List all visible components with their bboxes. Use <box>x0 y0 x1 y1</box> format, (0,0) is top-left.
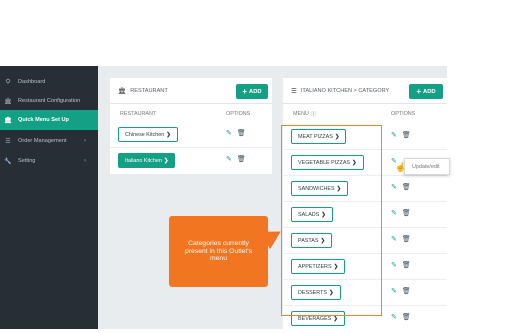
plus-icon: + <box>416 86 422 96</box>
row-options: ✎ 🗑 <box>391 287 411 295</box>
dashboard-icon: ⛭ <box>5 78 11 85</box>
chevron-right-icon: ❯ <box>163 157 169 164</box>
sidebar: ⛭ Dashboard 🏛 Restaurant Configuration 🏛… <box>0 66 98 329</box>
bank-icon: 🏛 <box>4 117 12 124</box>
trash-icon[interactable]: 🗑 <box>402 261 411 269</box>
add-button-label: ADD <box>423 88 436 95</box>
sidebar-item-restaurant-configuration[interactable]: 🏛 Restaurant Configuration <box>0 91 98 111</box>
edit-tooltip: Update/edit <box>404 158 450 175</box>
restaurant-button-chinese-kitchen[interactable]: Chinese Kitchen ❯ <box>118 127 178 142</box>
restaurant-panel-header: 🏛 RESTAURANT + ADD <box>110 78 272 104</box>
trash-icon[interactable]: 🗑 <box>237 155 246 163</box>
category-panel-header: ☰ ITALIANO KITCHEN > CATEGORY + ADD <box>283 78 447 104</box>
row-options: ✎ 🗑 <box>391 261 411 269</box>
restaurant-name: Chinese Kitchen <box>125 131 165 138</box>
restaurant-button-italiano-kitchen[interactable]: Italiano Kitchen ❯ <box>118 153 176 168</box>
trash-icon[interactable]: 🗑 <box>402 183 411 191</box>
sidebar-item-label: Order Management <box>18 138 67 144</box>
trash-icon[interactable]: 🗑 <box>402 313 411 321</box>
category-name: BEVERAGES <box>298 315 332 322</box>
sidebar-item-dashboard[interactable]: ⛭ Dashboard <box>0 72 98 92</box>
sidebar-item-order-management[interactable]: ☰ Order Management › <box>0 131 98 151</box>
wrench-icon: 🔧 <box>4 158 12 165</box>
edit-icon[interactable]: ✎ <box>391 287 397 295</box>
restaurant-name: Italiano Kitchen <box>125 157 162 164</box>
column-header-options: OPTIONS <box>391 111 416 117</box>
sidebar-item-label: Quick Menu Set Up <box>18 117 69 123</box>
sidebar-item-setting[interactable]: 🔧 Setting › <box>0 151 98 171</box>
column-header-restaurant: RESTAURANT <box>120 111 157 117</box>
sidebar-item-label: Dashboard <box>18 79 46 85</box>
row-options: ✎ 🗑 <box>391 235 411 243</box>
chevron-right-icon: › <box>84 158 86 164</box>
trash-icon[interactable]: 🗑 <box>402 287 411 295</box>
edit-icon[interactable]: ✎ <box>391 261 397 269</box>
edit-icon[interactable]: ✎ <box>391 131 397 139</box>
panel-title: ITALIANO KITCHEN > CATEGORY <box>300 87 390 94</box>
annotation-callout: Categories currently present in this Out… <box>169 216 268 287</box>
row-options: ✎ 🗑 <box>391 209 411 217</box>
edit-icon[interactable]: ✎ <box>391 209 397 217</box>
sidebar-item-quick-menu-setup[interactable]: 🏛 Quick Menu Set Up <box>0 110 98 130</box>
restaurant-panel: 🏛 RESTAURANT + ADD RESTAURANT OPTIONS Ch… <box>110 78 272 174</box>
column-header-options: OPTIONS <box>226 111 251 117</box>
edit-icon[interactable]: ✎ <box>226 129 232 137</box>
trash-icon[interactable]: 🗑 <box>402 209 411 217</box>
list-icon: ☰ <box>291 87 297 95</box>
hand-cursor-icon: ☝ <box>395 162 407 172</box>
table-row: Chinese Kitchen ❯ ✎ 🗑 <box>110 122 272 148</box>
add-restaurant-button[interactable]: + ADD <box>236 84 268 99</box>
chevron-right-icon: ❯ <box>333 315 338 322</box>
table-row: Italiano Kitchen ❯ ✎ 🗑 <box>110 148 272 174</box>
row-options: ✎ 🗑 <box>226 129 246 137</box>
edit-icon[interactable]: ✎ <box>391 235 397 243</box>
menu-highlight-box <box>281 125 382 316</box>
row-options: ✎ 🗑 <box>391 313 411 321</box>
sidebar-item-label: Setting <box>18 158 36 164</box>
help-circle-icon[interactable]: ⓘ <box>311 110 316 118</box>
column-header-menu: MENU ⓘ <box>293 108 316 120</box>
trash-icon[interactable]: 🗑 <box>402 131 411 139</box>
sidebar-item-label: Restaurant Configuration <box>18 98 81 104</box>
edit-icon[interactable]: ✎ <box>226 155 232 163</box>
list-icon: ☰ <box>5 138 11 145</box>
edit-icon[interactable]: ✎ <box>391 313 397 321</box>
chevron-right-icon: › <box>84 138 86 144</box>
bank-icon: 🏛 <box>4 98 12 105</box>
trash-icon[interactable]: 🗑 <box>402 235 411 243</box>
add-button-label: ADD <box>249 88 262 95</box>
row-options: ✎ 🗑 <box>391 183 411 191</box>
plus-icon: + <box>242 86 248 96</box>
column-header-menu-label: MENU <box>293 111 309 117</box>
chevron-right-icon: ❯ <box>166 131 171 138</box>
edit-icon[interactable]: ✎ <box>391 183 397 191</box>
trash-icon[interactable]: 🗑 <box>237 129 246 137</box>
bank-icon: 🏛 <box>118 87 127 95</box>
row-options: ✎ 🗑 <box>391 131 411 139</box>
panel-title: RESTAURANT <box>130 87 168 94</box>
row-options: ✎ 🗑 <box>226 155 246 163</box>
add-category-button[interactable]: + ADD <box>409 84 443 99</box>
